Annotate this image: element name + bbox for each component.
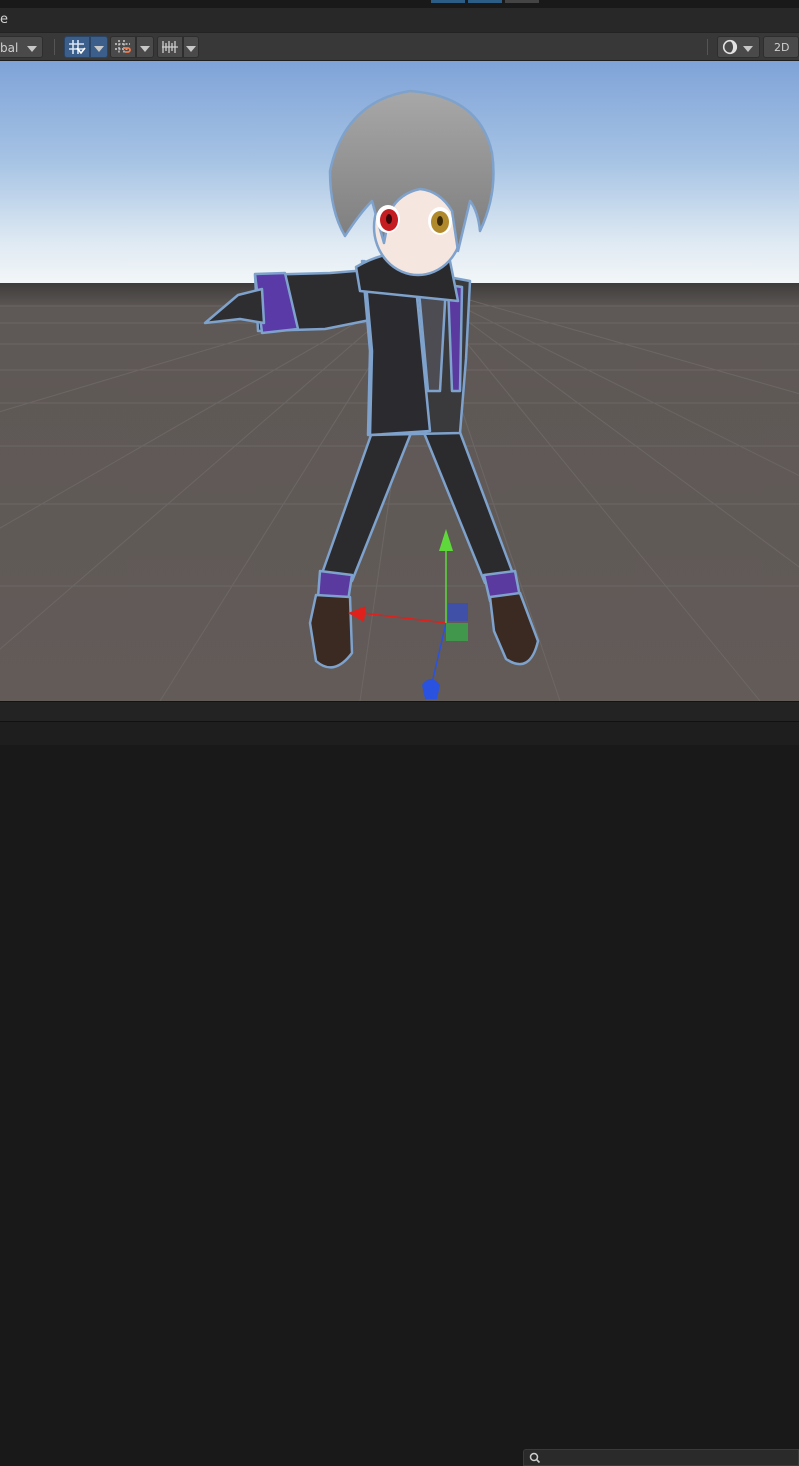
overlay-toggle[interactable] xyxy=(157,36,183,58)
shading-mode-icon xyxy=(722,39,738,55)
toolbar-separator xyxy=(707,39,708,55)
shading-mode-dropdown[interactable] xyxy=(717,36,760,58)
top-tab-indicator xyxy=(468,0,502,3)
scene-toolbar: bal 2D xyxy=(0,32,799,61)
status-bar xyxy=(0,721,799,1466)
pivot-rotation-label: bal xyxy=(0,41,19,55)
xy-plane-handle[interactable] xyxy=(448,603,468,621)
toolbar-separator xyxy=(54,39,55,55)
chevron-down-icon xyxy=(743,46,753,52)
overlay-dropdown[interactable] xyxy=(183,36,199,58)
overlay-icon xyxy=(162,41,178,53)
grid-snap-icon xyxy=(69,40,86,55)
2d-toggle-label: 2D xyxy=(774,41,790,54)
chevron-down-icon xyxy=(94,46,104,52)
z-axis-arrow[interactable] xyxy=(422,679,440,699)
top-tab-indicator xyxy=(431,0,465,3)
scene-tab-label[interactable]: e xyxy=(0,12,8,27)
increment-snap-dropdown[interactable] xyxy=(136,36,154,58)
search-icon xyxy=(529,1452,541,1464)
scene-viewport[interactable] xyxy=(0,61,799,701)
increment-snap-toggle[interactable] xyxy=(110,36,136,58)
yz-plane-handle[interactable] xyxy=(446,623,468,641)
search-field[interactable] xyxy=(523,1449,799,1466)
increment-snap-icon xyxy=(115,40,131,54)
chevron-down-icon xyxy=(27,46,37,52)
grid-snap-dropdown[interactable] xyxy=(90,36,108,58)
viewport-bottom-bar xyxy=(0,701,799,722)
top-strip xyxy=(0,0,799,8)
2d-toggle-button[interactable]: 2D xyxy=(763,36,799,58)
top-tab-indicator xyxy=(505,0,539,3)
scene-tab-row: e xyxy=(0,8,799,32)
grid-snap-toggle[interactable] xyxy=(64,36,90,58)
chevron-down-icon xyxy=(140,46,150,52)
character-left-shoe xyxy=(308,593,354,669)
chevron-down-icon xyxy=(186,46,196,52)
pivot-rotation-dropdown[interactable]: bal xyxy=(0,36,43,58)
scene-canvas xyxy=(0,61,799,701)
